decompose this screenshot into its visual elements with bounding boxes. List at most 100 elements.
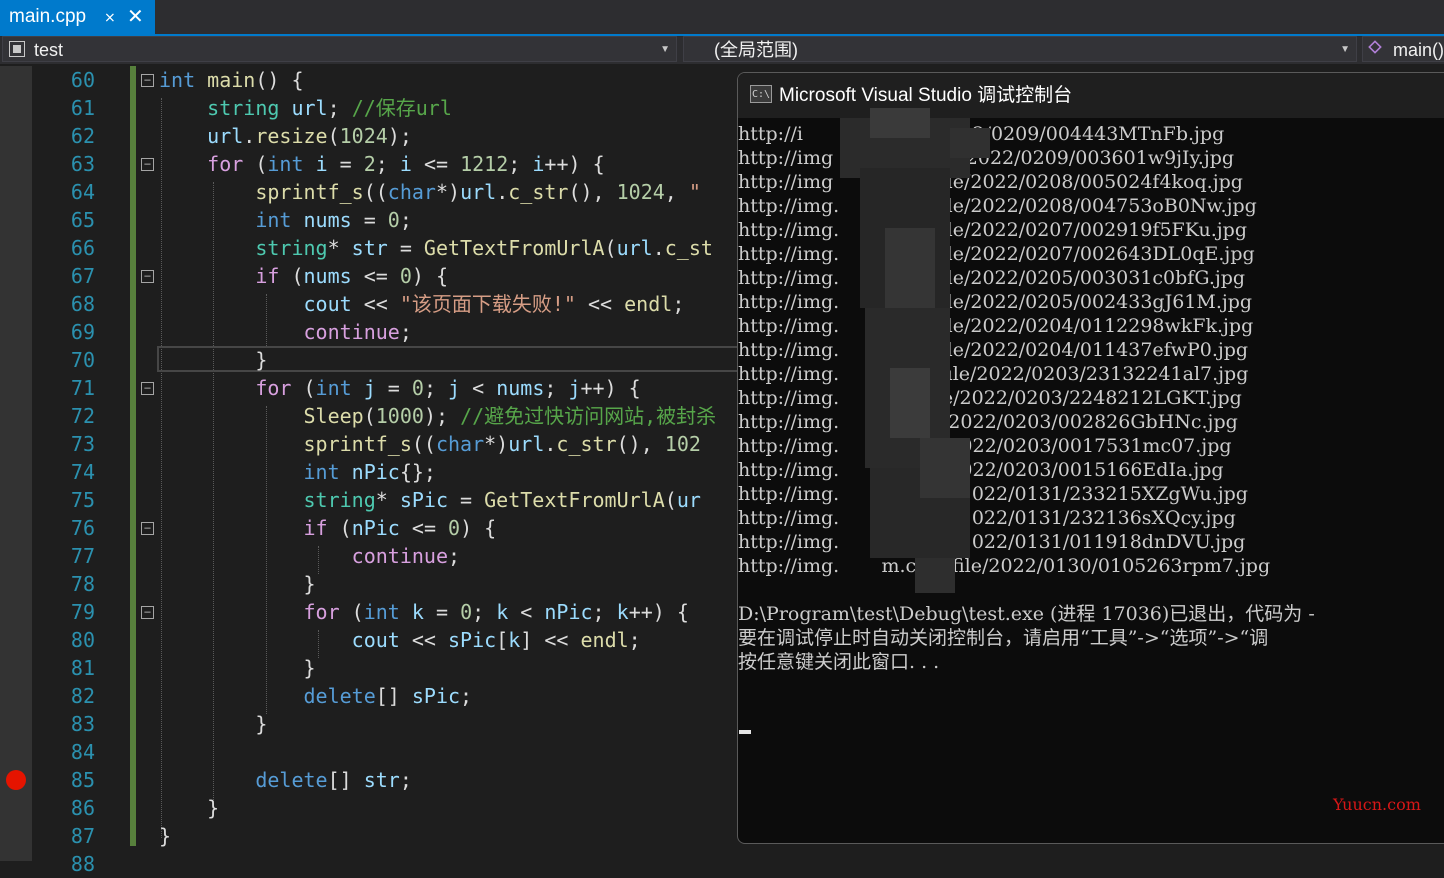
code-line-69[interactable]: continue; [159, 318, 412, 346]
line-number: 85 [70, 768, 95, 792]
console-line: http://img. com/file/2022/0205/002433gJ6… [738, 291, 1253, 313]
pin-icon[interactable]: ⨯ [104, 0, 116, 34]
code-line-68[interactable]: cout << "该页面下载失败!" << endl; [159, 290, 685, 318]
code-string: "该页面下载失败!" [399, 292, 576, 316]
console-line: http://img. om/file/2022/0131/232136sXQc… [738, 507, 1236, 529]
document-tab-strip: main.cpp ⨯ ✕ [0, 0, 1444, 36]
close-icon[interactable]: ✕ [127, 0, 144, 34]
code-line-81[interactable]: } [159, 654, 315, 682]
console-line: http://img. com/file/2022/0207/002919f5F… [738, 219, 1247, 241]
console-line: D:\Program\test\Debug\test.exe (进程 17036… [738, 603, 1315, 625]
gutter-row: 86 [0, 794, 740, 822]
console-line: http://img. com/file/2022/0204/0112298wk… [738, 315, 1254, 337]
code-line-80[interactable]: cout << sPic[k] << endl; [159, 626, 641, 654]
console-line: http://img. .com/file/2022/0203/23132241… [738, 363, 1249, 385]
console-output[interactable]: http://i m/file/2022/0209/004443MTnFb.jp… [738, 118, 1444, 843]
line-number: 69 [70, 320, 95, 344]
code-line-73[interactable]: sprintf_s((char*)url.c_str(), 102 [159, 430, 701, 458]
collapse-icon[interactable]: − [141, 522, 154, 535]
code-line-78[interactable]: } [159, 570, 315, 598]
console-line: http://img. m/file/2022/0203/002826GbHNc… [738, 411, 1238, 433]
line-number: 65 [70, 208, 95, 232]
code-line-62[interactable]: url.resize(1024); [159, 122, 412, 150]
code-line-71[interactable]: for (int j = 0; j < nums; j++) { [159, 374, 640, 402]
code-line-85[interactable]: delete[] str; [159, 766, 412, 794]
console-line: http://img. m.com/file/2022/0130/0105263… [738, 555, 1271, 577]
console-line: http://img. om/file/2022/0131/233215XZgW… [738, 483, 1248, 505]
console-line: http://img. com/file/2022/0208/004753oB0… [738, 195, 1257, 217]
console-line: 按任意键关闭此窗口. . . [738, 651, 940, 673]
code-comment: //避免过快访问网站,被封杀 [460, 404, 717, 428]
debug-console-window[interactable]: C:\ Microsoft Visual Studio 调试控制台 http:/… [737, 72, 1444, 844]
console-cursor [739, 730, 751, 734]
gutter-row: 78 [0, 570, 740, 598]
code-line-75[interactable]: string* sPic = GetTextFromUrlA(ur [159, 486, 701, 514]
gutter-row: 70 [0, 346, 740, 374]
navigation-bar: test ▼ (全局范围) ▼ main() [0, 36, 1444, 64]
code-line-67[interactable]: if (nums <= 0) { [159, 262, 448, 290]
code-line-79[interactable]: for (int k = 0; k < nPic; k++) { [159, 598, 689, 626]
collapse-icon[interactable]: − [141, 382, 154, 395]
console-line: 要在调试停止时自动关闭控制台，请启用“工具”->“选项”->“调 [738, 627, 1269, 649]
line-number: 75 [70, 488, 95, 512]
line-number: 78 [70, 572, 95, 596]
function-icon [1368, 40, 1382, 54]
tab-main-cpp[interactable]: main.cpp ⨯ ✕ [0, 0, 155, 34]
code-line-74[interactable]: int nPic{}; [159, 458, 436, 486]
console-line: http://img. m/file/2022/0203/0015166EdIa… [738, 459, 1224, 481]
code-line-82[interactable]: delete[] sPic; [159, 682, 473, 710]
project-dropdown-value: test [34, 40, 64, 60]
breakpoint-icon[interactable] [6, 770, 26, 790]
console-line: http://img. com/file/2022/0205/003031c0b… [738, 267, 1246, 289]
collapse-icon[interactable]: − [141, 158, 154, 171]
line-number: 72 [70, 404, 95, 428]
member-dropdown-value: main() [1393, 40, 1444, 60]
code-line-64[interactable]: sprintf_s((char*)url.c_str(), 1024, " [159, 178, 701, 206]
console-line: http://img .om/file/2022/0209/003601w9jI… [738, 147, 1235, 169]
console-line: http://img. m/file/2022/0203/0017531mc07… [738, 435, 1232, 457]
line-number: 73 [70, 432, 95, 456]
code-line-77[interactable]: continue; [159, 542, 460, 570]
line-number: 62 [70, 124, 95, 148]
line-number: 77 [70, 544, 95, 568]
code-line-65[interactable]: int nums = 0; [159, 206, 412, 234]
tab-label: main.cpp [9, 6, 87, 27]
watermark: Yuucn.com [1333, 795, 1421, 814]
console-line: http://img. com/file/2022/0204/011437efw… [738, 339, 1249, 361]
console-app-icon: C:\ [750, 85, 772, 103]
code-line-76[interactable]: if (nPic <= 0) { [159, 514, 497, 542]
line-number: 81 [70, 656, 95, 680]
console-title-bar[interactable]: C:\ Microsoft Visual Studio 调试控制台 [738, 73, 1444, 118]
line-number: 82 [70, 684, 95, 708]
line-number: 84 [70, 740, 95, 764]
collapse-icon[interactable]: − [141, 270, 154, 283]
code-comment: //保存url [351, 96, 452, 120]
line-number: 61 [70, 96, 95, 120]
code-line-72[interactable]: Sleep(1000); //避免过快访问网站,被封杀 [159, 402, 717, 430]
member-dropdown[interactable]: main() [1362, 36, 1444, 62]
project-dropdown[interactable]: test ▼ [2, 36, 677, 62]
code-line-61[interactable]: string url; //保存url [159, 94, 452, 122]
line-number: 64 [70, 180, 95, 204]
code-line-66[interactable]: string* str = GetTextFromUrlA(url.c_st [159, 234, 713, 262]
line-number: 86 [70, 796, 95, 820]
code-line-83[interactable]: } [159, 710, 267, 738]
gutter-row: 83 [0, 710, 740, 738]
gutter-row: 84 [0, 738, 740, 766]
gutter-row: 87 [0, 822, 740, 850]
project-icon [9, 41, 25, 57]
collapse-icon[interactable]: − [141, 606, 154, 619]
line-number: 66 [70, 236, 95, 260]
code-line-86[interactable]: } [159, 794, 219, 822]
line-number: 63 [70, 152, 95, 176]
line-number: 60 [70, 68, 95, 92]
line-number: 76 [70, 516, 95, 540]
scope-dropdown[interactable]: (全局范围) ▼ [683, 36, 1357, 62]
line-number: 67 [70, 264, 95, 288]
code-line-87[interactable]: } [159, 822, 171, 850]
code-line-63[interactable]: for (int i = 2; i <= 1212; i++) { [159, 150, 604, 178]
line-number: 83 [70, 712, 95, 736]
code-line-60[interactable]: int main() { [159, 66, 304, 94]
collapse-icon[interactable]: − [141, 74, 154, 87]
code-line-70[interactable]: } [159, 346, 267, 374]
